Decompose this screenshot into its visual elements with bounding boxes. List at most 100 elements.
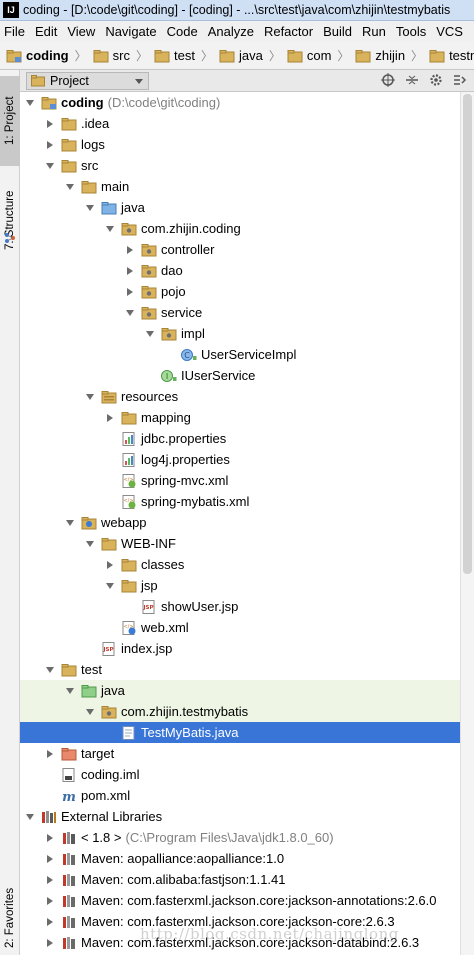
tree-row[interactable]: classes <box>20 554 460 575</box>
expanded-arrow-icon[interactable] <box>64 685 76 697</box>
expanded-arrow-icon[interactable] <box>84 202 96 214</box>
tool-tab-favorites[interactable]: 2: Favorites <box>0 880 20 955</box>
java-file-icon <box>121 725 137 740</box>
tree-row[interactable]: dao <box>20 260 460 281</box>
tree-row[interactable]: WEB-INF <box>20 533 460 554</box>
expanded-arrow-icon[interactable] <box>44 160 56 172</box>
tree-row[interactable]: JSP index.jsp <box>20 638 460 659</box>
expanded-arrow-icon[interactable] <box>84 391 96 403</box>
menu-edit[interactable]: Edit <box>30 24 62 39</box>
tree-item-label: logs <box>81 137 105 152</box>
tree-row[interactable]: JSP showUser.jsp <box>20 596 460 617</box>
collapsed-arrow-icon[interactable] <box>124 265 136 277</box>
tree-row[interactable]: C UserServiceImpl <box>20 344 460 365</box>
collapsed-arrow-icon[interactable] <box>44 139 56 151</box>
menu-tools[interactable]: Tools <box>391 24 431 39</box>
collapsed-arrow-icon[interactable] <box>44 118 56 130</box>
tree-row[interactable]: Maven: com.alibaba:fastjson:1.1.41 <box>20 869 460 890</box>
settings-button[interactable] <box>428 72 444 88</box>
tree-row[interactable]: jdbc.properties <box>20 428 460 449</box>
tree-row[interactable]: main <box>20 176 460 197</box>
expanded-arrow-icon[interactable] <box>24 97 36 109</box>
tree-row[interactable]: External Libraries <box>20 806 460 827</box>
collapsed-arrow-icon[interactable] <box>44 895 56 907</box>
menu-refactor[interactable]: Refactor <box>259 24 318 39</box>
tree-row[interactable]: .idea <box>20 113 460 134</box>
collapsed-arrow-icon[interactable] <box>124 244 136 256</box>
expanded-arrow-icon[interactable] <box>144 328 156 340</box>
menu-run[interactable]: Run <box>357 24 391 39</box>
tree-row[interactable]: m pom.xml <box>20 785 460 806</box>
breadcrumb-testmybatis[interactable]: testmybatis <box>429 48 474 63</box>
tool-tab-structure[interactable]: 7: Structure <box>0 160 20 280</box>
tree-row[interactable]: coding.iml <box>20 764 460 785</box>
breadcrumb-zhijin[interactable]: zhijin <box>355 48 405 63</box>
tree-row[interactable]: Maven: com.fasterxml.jackson.core:jackso… <box>20 890 460 911</box>
breadcrumb-com[interactable]: com <box>287 48 331 63</box>
collapsed-arrow-icon[interactable] <box>44 874 56 886</box>
hide-panel-button[interactable] <box>452 72 468 88</box>
collapse-all-button[interactable] <box>404 72 420 88</box>
tree-row[interactable]: test <box>20 659 460 680</box>
collapsed-arrow-icon[interactable] <box>44 916 56 928</box>
menu-analyze[interactable]: Analyze <box>203 24 259 39</box>
collapsed-arrow-icon[interactable] <box>44 853 56 865</box>
breadcrumb-src[interactable]: src <box>93 48 130 63</box>
expanded-arrow-icon[interactable] <box>104 580 116 592</box>
tree-row[interactable]: java <box>20 197 460 218</box>
tree-row[interactable]: service <box>20 302 460 323</box>
expanded-arrow-icon[interactable] <box>64 181 76 193</box>
collapsed-arrow-icon[interactable] <box>124 286 136 298</box>
menu-view[interactable]: View <box>62 24 100 39</box>
tree-row[interactable]: resources <box>20 386 460 407</box>
tree-row[interactable]: < 1.8 > (C:\Program Files\Java\jdk1.8.0_6… <box>20 827 460 848</box>
tree-row[interactable]: com.zhijin.testmybatis <box>20 701 460 722</box>
tree-row[interactable]: </> spring-mybatis.xml <box>20 491 460 512</box>
collapsed-arrow-icon[interactable] <box>104 559 116 571</box>
expanded-arrow-icon[interactable] <box>44 664 56 676</box>
expanded-arrow-icon[interactable] <box>84 538 96 550</box>
expanded-arrow-icon[interactable] <box>24 811 36 823</box>
menu-navigate[interactable]: Navigate <box>100 24 161 39</box>
collapsed-arrow-icon[interactable] <box>44 937 56 949</box>
tree-row[interactable]: I IUserService <box>20 365 460 386</box>
tree-row[interactable]: impl <box>20 323 460 344</box>
web-folder-icon <box>81 516 97 530</box>
tool-tab-project[interactable]: 1: Project <box>0 76 20 166</box>
tree-row[interactable]: java <box>20 680 460 701</box>
tree-row[interactable]: webapp <box>20 512 460 533</box>
expanded-arrow-icon[interactable] <box>64 517 76 529</box>
tree-row[interactable]: log4j.properties <box>20 449 460 470</box>
tree-row[interactable]: mapping <box>20 407 460 428</box>
tree-row[interactable]: </> web.xml <box>20 617 460 638</box>
tree-row-selected[interactable]: TestMyBatis.java <box>20 722 460 743</box>
tree-row[interactable]: Maven: aopalliance:aopalliance:1.0 <box>20 848 460 869</box>
tree-row[interactable]: pojo <box>20 281 460 302</box>
breadcrumb-java[interactable]: java <box>219 48 263 63</box>
tree-row[interactable]: controller <box>20 239 460 260</box>
breadcrumb-test[interactable]: test <box>154 48 195 63</box>
expanded-arrow-icon[interactable] <box>124 307 136 319</box>
menu-build[interactable]: Build <box>318 24 357 39</box>
collapsed-arrow-icon[interactable] <box>104 412 116 424</box>
collapsed-arrow-icon[interactable] <box>44 748 56 760</box>
expanded-arrow-icon[interactable] <box>84 706 96 718</box>
expanded-arrow-icon[interactable] <box>104 223 116 235</box>
tree-row[interactable]: </> spring-mvc.xml <box>20 470 460 491</box>
tree-scrollbar[interactable] <box>460 92 474 955</box>
collapsed-arrow-icon[interactable] <box>44 832 56 844</box>
tree-item-label: service <box>161 305 203 320</box>
menu-vcs[interactable]: VCS <box>431 24 468 39</box>
breadcrumb-coding[interactable]: coding <box>6 48 69 63</box>
menu-code[interactable]: Code <box>162 24 203 39</box>
tree-row[interactable]: jsp <box>20 575 460 596</box>
tree-row[interactable]: logs <box>20 134 460 155</box>
tree-row[interactable]: com.zhijin.coding <box>20 218 460 239</box>
scroll-from-source-button[interactable] <box>380 72 396 88</box>
scrollbar-thumb[interactable] <box>463 94 472 574</box>
project-view-selector[interactable]: Project <box>26 71 149 90</box>
tree-row[interactable]: src <box>20 155 460 176</box>
tree-row[interactable]: coding (D:\code\git\coding) <box>20 92 460 113</box>
menu-file[interactable]: File <box>0 24 30 39</box>
tree-row[interactable]: target <box>20 743 460 764</box>
